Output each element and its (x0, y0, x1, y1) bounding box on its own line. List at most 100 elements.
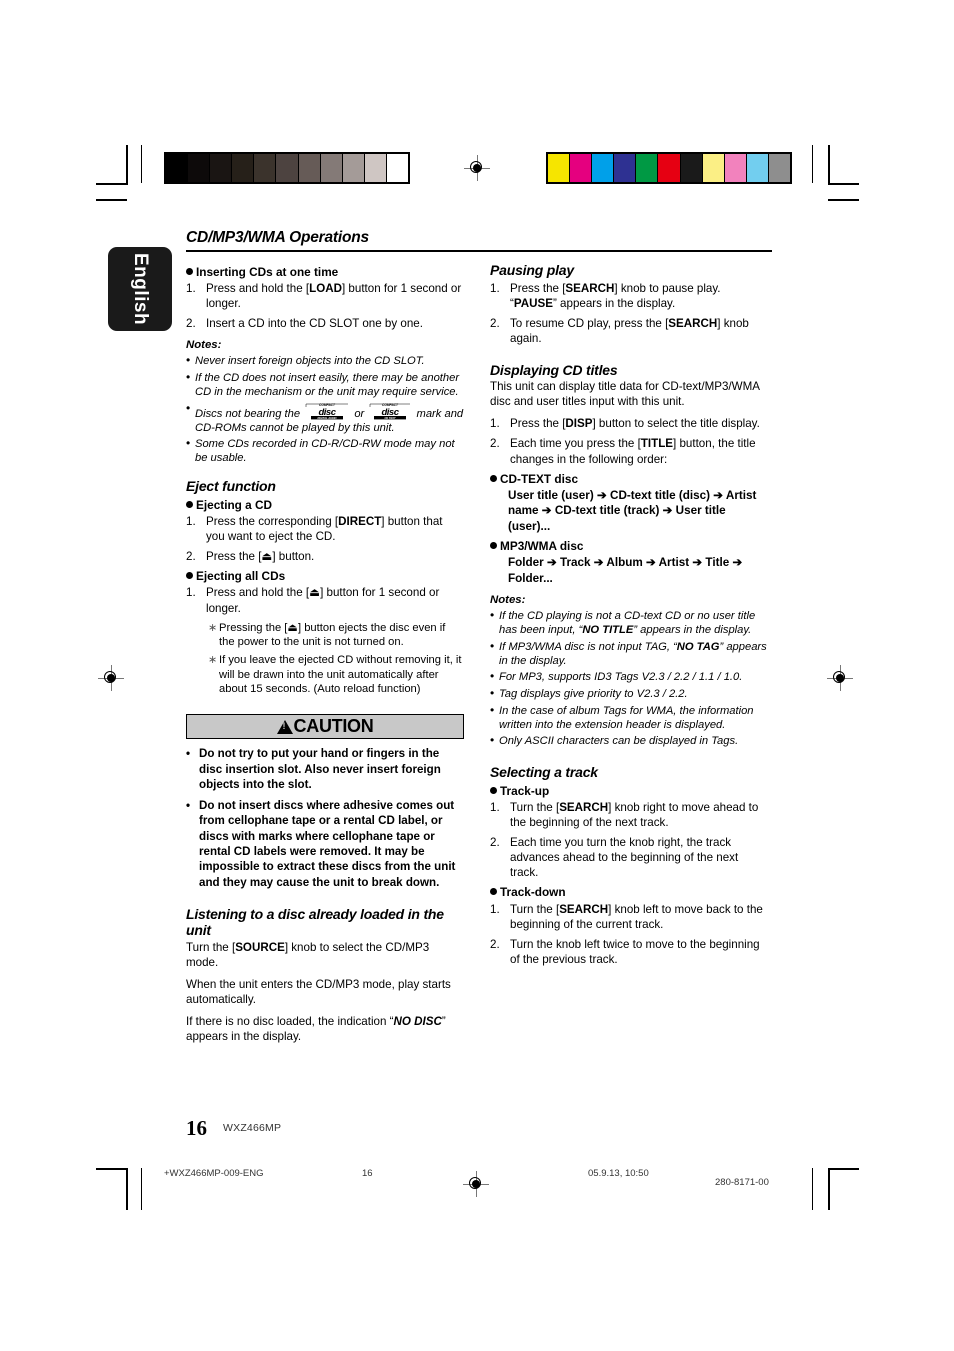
caution-item: • Do not try to put your hand or fingers … (186, 746, 464, 792)
text-run: Press and hold the [ (206, 282, 310, 296)
notes-heading-right: Notes: (490, 594, 526, 607)
compact-disc-cd-text-logo-icon: COMPACTdiscCD TEXT (370, 403, 411, 419)
section-listening-to-disc: Listening to a disc already loaded in th… (186, 905, 444, 939)
paragraph: Turn the [SOURCE] knob to select the CD/… (186, 940, 464, 970)
numbered-step: 2. Each time you turn the knob right, the… (490, 835, 768, 880)
steps-ejecting-a-cd: 1. Press the corresponding [DIRECT] butto… (186, 514, 464, 564)
step-number: 1. (490, 417, 500, 431)
model-number: WXZ466MP (223, 1122, 282, 1134)
step-text: Press and hold the [LOAD] button for 1 s… (206, 281, 464, 311)
gray-swatch-8 (341, 154, 364, 182)
numbered-step: 2. Turn the knob left twice to move to th… (490, 937, 768, 967)
step-text: Each time you press the [TITLE] button, … (510, 436, 768, 466)
notes-list-left: • Never insert foreign objects into the C… (186, 353, 464, 465)
step-number: 2. (490, 937, 500, 951)
grayscale-calibration-bar (164, 152, 410, 184)
subsection-label: Track-down (500, 885, 566, 900)
text-run: Each time you turn the knob right, the t… (510, 836, 739, 880)
crop-mark-top-right-horizontal (828, 183, 859, 185)
page-title: CD/MP3/WMA Operations (186, 229, 772, 252)
section-eject-function: Eject function (186, 478, 276, 495)
cd-text-title-order: User title (user) ➔ CD-text title (disc)… (508, 488, 757, 533)
subsection-label: Ejecting a CD (196, 497, 273, 512)
crop-mark-top-right-vertical (828, 145, 830, 185)
registration-mark-left-middle (98, 665, 124, 691)
bullet-disc-icon (490, 786, 497, 794)
text-run: Some CDs recorded in CD-R/CD-RW mode may… (195, 438, 455, 465)
crop-mark-top-left-vertical (126, 145, 128, 185)
color-swatch-8 (723, 154, 746, 182)
color-swatch-7 (701, 154, 724, 182)
registration-mark-bottom-center (463, 1171, 489, 1197)
step-text: Press the corresponding [DIRECT] button … (206, 514, 464, 544)
text-run: PAUSE (513, 296, 553, 310)
star-note-item: ∗ If you leave the ejected CD without rem… (208, 653, 464, 696)
subsection-label: CD-TEXT disc (500, 471, 578, 486)
text-run: Press the [⏏] button. (206, 550, 315, 564)
step-number: 1. (490, 902, 500, 916)
numbered-step: 1. Press the [DISP] button to select the … (490, 416, 768, 431)
note-text: If MP3/WMA disc is not input TAG, “NO TA… (499, 640, 768, 668)
bullet-disc-icon (186, 268, 193, 275)
text-run: LOAD (309, 282, 342, 296)
crop-mark-top-left-horizontal (96, 183, 127, 185)
color-swatch-6 (679, 154, 702, 182)
numbered-step: 1. Press and hold the [LOAD] button for 1… (186, 281, 464, 311)
compact-disc-digital-audio-logo-icon: COMPACTdiscDIGITAL AUDIO (305, 403, 349, 419)
mp3-wma-title-order: Folder ➔ Track ➔ Album ➔ Artist ➔ Title … (508, 556, 743, 585)
text-run: SEARCH (668, 316, 718, 330)
left-column: Inserting CDs at one time 1. Press and ho… (186, 262, 464, 1051)
gray-swatch-2 (209, 154, 232, 182)
step-number: 1. (186, 282, 196, 296)
step-number: 2. (490, 316, 500, 330)
text-run: ” appears in the display. (552, 296, 676, 310)
star-note-text: If you leave the ejected CD without remo… (219, 654, 462, 695)
step-number: 1. (490, 801, 500, 815)
text-run: TITLE (640, 437, 674, 451)
numbered-step: 2. Insert a CD into the CD SLOT one by on… (186, 316, 464, 331)
step-number: 2. (186, 317, 196, 331)
gray-swatch-6 (297, 154, 320, 182)
text-run: Turn the [ (186, 940, 236, 954)
caution-box: CAUTION • Do not try to put your hand or … (186, 714, 464, 890)
language-tab-label: English (130, 252, 151, 326)
gray-swatch-5 (275, 154, 298, 182)
bullet-icon: • (490, 733, 495, 748)
crop-mark-top-right-inner-horizontal (828, 199, 859, 201)
color-swatch-4 (635, 154, 658, 182)
text-run: or (351, 407, 368, 420)
note-item: • Never insert foreign objects into the C… (186, 353, 464, 368)
steps-ejecting-all-cds: 1. Press and hold the [⏏] button for 1 se… (186, 585, 464, 615)
step-number: 2. (490, 836, 500, 850)
note-text: Tag displays give priority to V2.3 / 2.2… (499, 687, 768, 701)
step-text: Press the [SEARCH] knob to pause play. “… (510, 281, 768, 311)
steps-displaying-titles: 1. Press the [DISP] button to select the … (490, 416, 768, 466)
text-run: DISP (565, 417, 593, 431)
asterisk-icon: ∗ (208, 621, 218, 634)
step-text: Each time you turn the knob right, the t… (510, 835, 768, 880)
color-swatch-0 (548, 154, 570, 182)
note-item: • Discs not bearing the COMPACT disc DIGITA… (186, 401, 464, 435)
text-run: If there is no disc loaded, the indicati… (186, 1015, 394, 1029)
note-text: Never insert foreign objects into the CD… (195, 354, 464, 368)
text-run: SEARCH (559, 902, 609, 916)
text-run: If MP3/WMA disc is not input TAG, “ (499, 640, 677, 653)
bullet-disc-icon (490, 474, 497, 482)
steps-track-up: 1. Turn the [SEARCH] knob right to move a… (490, 800, 768, 880)
numbered-step: 1. Turn the [SEARCH] knob left to move ba… (490, 902, 768, 932)
text-run: Turn the [ (510, 801, 560, 815)
numbered-step: 2. Press the [⏏] button. (186, 549, 464, 564)
text-run: Press the [ (510, 281, 566, 295)
production-date: 05.9.13, 10:50 (588, 1168, 649, 1179)
caution-text: Do not insert discs where adhesive comes… (199, 799, 456, 889)
color-swatch-5 (657, 154, 680, 182)
bullet-icon: • (490, 607, 495, 622)
page-title-rule (186, 250, 772, 252)
star-notes-eject: ∗ Pressing the [⏏] button ejects the disc… (208, 621, 464, 697)
bullet-icon: • (490, 702, 495, 717)
subsection-track-down: Track-down (490, 885, 768, 899)
text-run: NO TITLE (582, 624, 634, 637)
step-number: 1. (186, 515, 196, 529)
text-run: SEARCH (565, 281, 615, 295)
note-item: • Some CDs recorded in CD-R/CD-RW mode ma… (186, 436, 464, 465)
